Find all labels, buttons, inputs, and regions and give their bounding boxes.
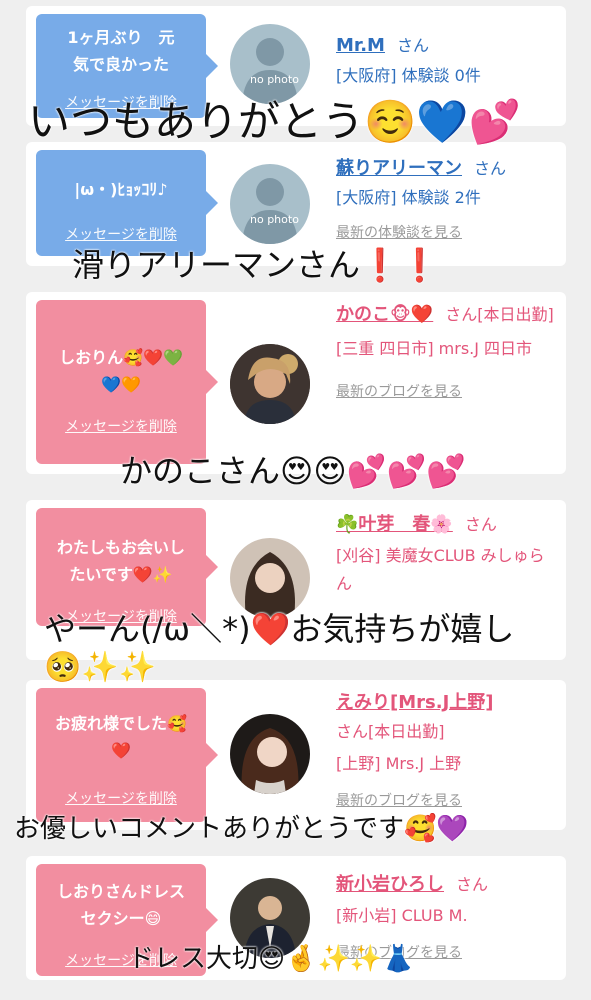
no-photo-label: no photo [250,213,299,226]
overlay-caption: かのこさん😍😍💕💕💕 [120,452,467,490]
honorific: さん[本日出勤] [336,722,445,741]
message-text: 1ヶ月ぶり 元気で良かった [67,28,175,74]
message-bubble: しおりん🥰❤️💚💙🧡 メッセージを削除 [36,300,218,464]
user-meta: [三重 四日市] mrs.J 四日市 [336,339,533,358]
user-name-link[interactable]: 新小岩ひろし [336,874,444,895]
honorific: さん [396,36,429,55]
user-meta: [大阪府] 体験談 0件 [336,66,481,85]
overlay-caption: 滑りアリーマンさん❗️❗️ [72,246,440,284]
user-name-link[interactable]: ☘️叶芽 春🌸 [336,514,453,535]
honorific: さん[本日出勤] [445,305,554,324]
overlay-caption: ドレス大切😍🤞✨✨👗 [128,944,415,974]
delete-message-link[interactable]: メッセージを削除 [36,416,206,436]
user-meta: [大阪府] 体験談 2件 [336,188,481,207]
no-photo-label: no photo [250,73,299,86]
user-info: えみり[Mrs.J上野] さん[本日出勤] [上野] Mrs.J 上野 最新のブ… [336,688,556,810]
message-text: |ω・)ﾋｮｯｺﾘ♪ [74,180,168,199]
honorific: さん [456,875,489,894]
avatar[interactable] [230,344,310,424]
user-info: ☘️叶芽 春🌸 さん [刈谷] 美魔女CLUB みしゅらん [336,510,556,598]
overlay-caption: 🥺✨✨ [44,650,157,685]
overlay-caption: やーん(/ω＼*)❤️お気持ちが嬉し [44,610,515,648]
user-meta: [新小岩] CLUB M. [336,906,468,925]
latest-posts-link[interactable]: 最新の体験談を見る [336,222,556,242]
message-text: お疲れ様でした🥰❤️ [55,714,187,760]
overlay-caption: お優しいコメントありがとうです🥰💜 [14,814,469,844]
message-text: しおりさんドレスセクシー😄 [56,882,185,928]
user-info: かのこ🐵❤️ さん[本日出勤] [三重 四日市] mrs.J 四日市 最新のブログ… [336,300,556,401]
user-meta: [上野] Mrs.J 上野 [336,754,462,773]
delete-message-link[interactable]: メッセージを削除 [36,788,206,808]
user-info: Mr.M さん [大阪府] 体験談 0件 [336,32,556,90]
user-name-link[interactable]: 蘇りアリーマン [336,158,462,179]
message-bubble: お疲れ様でした🥰❤️ メッセージを削除 [36,688,218,822]
message-text: しおりん🥰❤️💚💙🧡 [59,348,183,394]
user-info: 蘇りアリーマン さん [大阪府] 体験談 2件 最新の体験談を見る [336,154,556,242]
avatar[interactable] [230,714,310,794]
overlay-caption: いつもありがとう☺️💙💕 [28,97,521,146]
honorific: さん [474,159,507,178]
profile-photo [230,344,310,424]
avatar[interactable]: no photo [230,164,310,244]
user-meta: [刈谷] 美魔女CLUB みしゅらん [336,546,545,593]
latest-posts-link[interactable]: 最新のブログを見る [336,381,556,401]
latest-posts-link[interactable]: 最新のブログを見る [336,790,556,810]
profile-photo [230,714,310,794]
silhouette-icon [242,178,298,244]
user-name-link[interactable]: Mr.M [336,35,385,56]
user-name-link[interactable]: えみり[Mrs.J上野] [336,692,494,713]
user-name-link[interactable]: かのこ🐵❤️ [336,304,433,325]
honorific: さん [464,515,497,534]
message-text: わたしもお会いしたいです❤️✨ [56,538,185,584]
